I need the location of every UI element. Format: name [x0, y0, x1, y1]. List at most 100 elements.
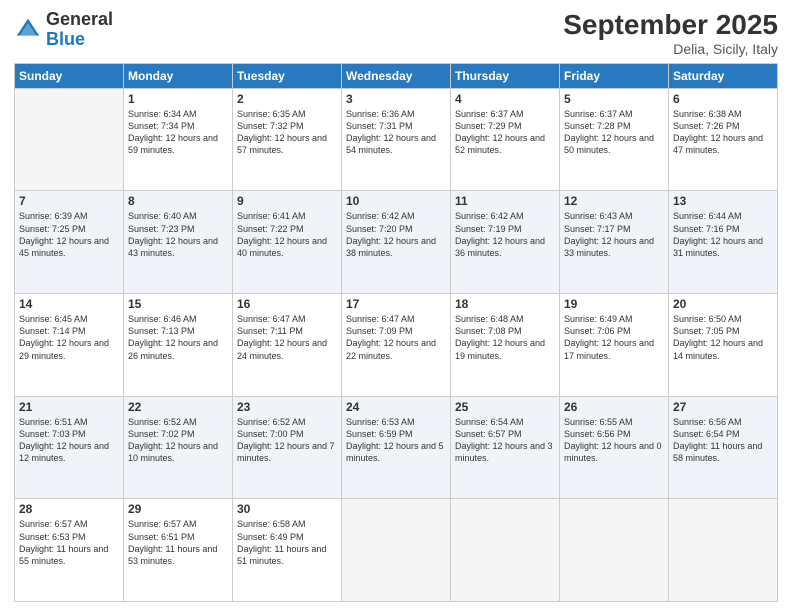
cell-info: Sunrise: 6:43 AM Sunset: 7:17 PM Dayligh… — [564, 210, 664, 259]
table-row — [15, 88, 124, 191]
cell-info: Sunrise: 6:44 AM Sunset: 7:16 PM Dayligh… — [673, 210, 773, 259]
logo-icon — [14, 16, 42, 44]
table-row: 7 Sunrise: 6:39 AM Sunset: 7:25 PM Daylig… — [15, 191, 124, 294]
table-row: 5 Sunrise: 6:37 AM Sunset: 7:28 PM Daylig… — [560, 88, 669, 191]
table-row: 14Sunrise: 6:45 AM Sunset: 7:14 PM Dayli… — [15, 294, 124, 397]
day-number: 23 — [237, 400, 337, 414]
logo: General Blue — [14, 10, 113, 50]
table-row: 17 Sunrise: 6:47 AM Sunset: 7:09 PM Dayli… — [342, 294, 451, 397]
table-row: 3Sunrise: 6:36 AM Sunset: 7:31 PM Daylig… — [342, 88, 451, 191]
table-row: 8 Sunrise: 6:40 AM Sunset: 7:23 PM Daylig… — [124, 191, 233, 294]
cell-info: Sunrise: 6:47 AM Sunset: 7:11 PM Dayligh… — [237, 313, 337, 362]
calendar-header-row: Sunday Monday Tuesday Wednesday Thursday… — [15, 63, 778, 88]
logo-text: General Blue — [46, 10, 113, 50]
day-number: 14 — [19, 297, 119, 311]
cell-info: Sunrise: 6:57 AM Sunset: 6:53 PM Dayligh… — [19, 518, 119, 567]
col-thursday: Thursday — [451, 63, 560, 88]
calendar-week-row: 14Sunrise: 6:45 AM Sunset: 7:14 PM Dayli… — [15, 294, 778, 397]
title-block: September 2025 Delia, Sicily, Italy — [563, 10, 778, 57]
cell-info: Sunrise: 6:41 AM Sunset: 7:22 PM Dayligh… — [237, 210, 337, 259]
cell-info: Sunrise: 6:37 AM Sunset: 7:28 PM Dayligh… — [564, 108, 664, 157]
table-row: 6 Sunrise: 6:38 AM Sunset: 7:26 PM Daylig… — [669, 88, 778, 191]
day-number: 27 — [673, 400, 773, 414]
table-row: 20Sunrise: 6:50 AM Sunset: 7:05 PM Dayli… — [669, 294, 778, 397]
table-row: 21Sunrise: 6:51 AM Sunset: 7:03 PM Dayli… — [15, 396, 124, 499]
day-number: 22 — [128, 400, 228, 414]
day-number: 12 — [564, 194, 664, 208]
table-row: 29Sunrise: 6:57 AM Sunset: 6:51 PM Dayli… — [124, 499, 233, 602]
cell-info: Sunrise: 6:49 AM Sunset: 7:06 PM Dayligh… — [564, 313, 664, 362]
table-row: 30 Sunrise: 6:58 AM Sunset: 6:49 PM Dayli… — [233, 499, 342, 602]
table-row: 12 Sunrise: 6:43 AM Sunset: 7:17 PM Dayli… — [560, 191, 669, 294]
cell-info: Sunrise: 6:40 AM Sunset: 7:23 PM Dayligh… — [128, 210, 228, 259]
day-number: 10 — [346, 194, 446, 208]
cell-info: Sunrise: 6:42 AM Sunset: 7:20 PM Dayligh… — [346, 210, 446, 259]
day-number: 2 — [237, 92, 337, 106]
calendar-table: Sunday Monday Tuesday Wednesday Thursday… — [14, 63, 778, 602]
table-row: 16 Sunrise: 6:47 AM Sunset: 7:11 PM Dayli… — [233, 294, 342, 397]
cell-info: Sunrise: 6:47 AM Sunset: 7:09 PM Dayligh… — [346, 313, 446, 362]
cell-info: Sunrise: 6:57 AM Sunset: 6:51 PM Dayligh… — [128, 518, 228, 567]
day-number: 17 — [346, 297, 446, 311]
cell-info: Sunrise: 6:56 AM Sunset: 6:54 PM Dayligh… — [673, 416, 773, 465]
table-row: 1Sunrise: 6:34 AM Sunset: 7:34 PM Daylig… — [124, 88, 233, 191]
cell-info: Sunrise: 6:39 AM Sunset: 7:25 PM Dayligh… — [19, 210, 119, 259]
table-row: 15 Sunrise: 6:46 AM Sunset: 7:13 PM Dayli… — [124, 294, 233, 397]
day-number: 28 — [19, 502, 119, 516]
table-row: 11 Sunrise: 6:42 AM Sunset: 7:19 PM Dayli… — [451, 191, 560, 294]
calendar-week-row: 21Sunrise: 6:51 AM Sunset: 7:03 PM Dayli… — [15, 396, 778, 499]
table-row: 4 Sunrise: 6:37 AM Sunset: 7:29 PM Daylig… — [451, 88, 560, 191]
cell-info: Sunrise: 6:46 AM Sunset: 7:13 PM Dayligh… — [128, 313, 228, 362]
cell-info: Sunrise: 6:52 AM Sunset: 7:02 PM Dayligh… — [128, 416, 228, 465]
table-row — [451, 499, 560, 602]
col-tuesday: Tuesday — [233, 63, 342, 88]
table-row: 2Sunrise: 6:35 AM Sunset: 7:32 PM Daylig… — [233, 88, 342, 191]
col-wednesday: Wednesday — [342, 63, 451, 88]
cell-info: Sunrise: 6:37 AM Sunset: 7:29 PM Dayligh… — [455, 108, 555, 157]
cell-info: Sunrise: 6:52 AM Sunset: 7:00 PM Dayligh… — [237, 416, 337, 465]
cell-info: Sunrise: 6:48 AM Sunset: 7:08 PM Dayligh… — [455, 313, 555, 362]
day-number: 4 — [455, 92, 555, 106]
table-row: 22 Sunrise: 6:52 AM Sunset: 7:02 PM Dayli… — [124, 396, 233, 499]
day-number: 5 — [564, 92, 664, 106]
table-row: 26 Sunrise: 6:55 AM Sunset: 6:56 PM Dayli… — [560, 396, 669, 499]
day-number: 11 — [455, 194, 555, 208]
table-row: 24 Sunrise: 6:53 AM Sunset: 6:59 PM Dayli… — [342, 396, 451, 499]
cell-info: Sunrise: 6:53 AM Sunset: 6:59 PM Dayligh… — [346, 416, 446, 465]
calendar-week-row: 28 Sunrise: 6:57 AM Sunset: 6:53 PM Dayli… — [15, 499, 778, 602]
header: General Blue September 2025 Delia, Sicil… — [14, 10, 778, 57]
table-row: 18 Sunrise: 6:48 AM Sunset: 7:08 PM Dayli… — [451, 294, 560, 397]
day-number: 6 — [673, 92, 773, 106]
day-number: 8 — [128, 194, 228, 208]
day-number: 19 — [564, 297, 664, 311]
table-row: 23 Sunrise: 6:52 AM Sunset: 7:00 PM Dayli… — [233, 396, 342, 499]
cell-info: Sunrise: 6:38 AM Sunset: 7:26 PM Dayligh… — [673, 108, 773, 157]
table-row: 27 Sunrise: 6:56 AM Sunset: 6:54 PM Dayli… — [669, 396, 778, 499]
logo-general: General — [46, 9, 113, 29]
calendar-week-row: 1Sunrise: 6:34 AM Sunset: 7:34 PM Daylig… — [15, 88, 778, 191]
table-row — [560, 499, 669, 602]
col-saturday: Saturday — [669, 63, 778, 88]
day-number: 3 — [346, 92, 446, 106]
day-number: 7 — [19, 194, 119, 208]
day-number: 21 — [19, 400, 119, 414]
col-sunday: Sunday — [15, 63, 124, 88]
day-number: 16 — [237, 297, 337, 311]
cell-info: Sunrise: 6:55 AM Sunset: 6:56 PM Dayligh… — [564, 416, 664, 465]
cell-info: Sunrise: 6:54 AM Sunset: 6:57 PM Dayligh… — [455, 416, 555, 465]
month-title: September 2025 — [563, 10, 778, 41]
day-number: 24 — [346, 400, 446, 414]
page: General Blue September 2025 Delia, Sicil… — [0, 0, 792, 612]
cell-info: Sunrise: 6:42 AM Sunset: 7:19 PM Dayligh… — [455, 210, 555, 259]
day-number: 26 — [564, 400, 664, 414]
day-number: 30 — [237, 502, 337, 516]
col-monday: Monday — [124, 63, 233, 88]
day-number: 15 — [128, 297, 228, 311]
table-row: 9Sunrise: 6:41 AM Sunset: 7:22 PM Daylig… — [233, 191, 342, 294]
cell-info: Sunrise: 6:34 AM Sunset: 7:34 PM Dayligh… — [128, 108, 228, 157]
day-number: 20 — [673, 297, 773, 311]
col-friday: Friday — [560, 63, 669, 88]
day-number: 18 — [455, 297, 555, 311]
table-row — [342, 499, 451, 602]
cell-info: Sunrise: 6:58 AM Sunset: 6:49 PM Dayligh… — [237, 518, 337, 567]
